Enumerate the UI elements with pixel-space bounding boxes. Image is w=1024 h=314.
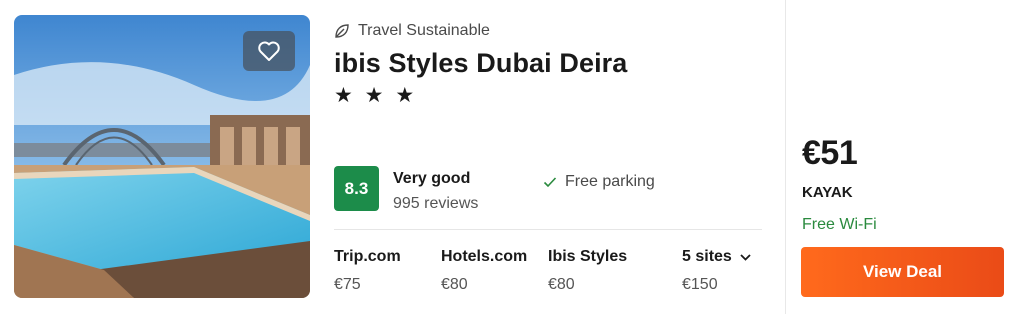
review-score-badge: 8.3 xyxy=(334,166,379,211)
amenity-label: Free parking xyxy=(565,173,655,190)
deal-provider: KAYAK xyxy=(802,184,853,201)
hotel-name[interactable]: ibis Styles Dubai Deira xyxy=(334,48,627,79)
best-price: €51 xyxy=(802,134,858,172)
site-price-option[interactable]: Ibis Styles €80 xyxy=(548,248,627,294)
heart-icon xyxy=(258,41,280,61)
divider xyxy=(334,229,762,230)
more-sites-toggle[interactable]: 5 sites xyxy=(682,248,751,266)
column-divider xyxy=(785,0,786,314)
check-icon xyxy=(543,177,557,188)
sustainability-badge: Travel Sustainable xyxy=(334,22,490,40)
site-price: €75 xyxy=(334,276,361,293)
favorite-button[interactable] xyxy=(243,31,295,71)
sustainability-label: Travel Sustainable xyxy=(358,22,490,39)
rating-label: Very good xyxy=(393,170,471,187)
site-name: Trip.com xyxy=(334,248,401,265)
site-name: Hotels.com xyxy=(441,248,528,265)
hotel-photo[interactable] xyxy=(14,15,310,298)
hotel-result-card[interactable]: Travel Sustainable ibis Styles Dubai Dei… xyxy=(0,0,1024,314)
site-price-option[interactable]: Trip.com €75 xyxy=(334,248,401,294)
review-count[interactable]: 995 reviews xyxy=(393,195,478,213)
amenity-item: Free parking xyxy=(543,173,655,191)
site-price: €80 xyxy=(441,276,468,293)
leaf-icon xyxy=(335,24,349,38)
deal-perk: Free Wi-Fi xyxy=(802,216,877,233)
site-name: Ibis Styles xyxy=(548,248,628,265)
star-rating: ★ ★ ★ xyxy=(334,84,418,107)
site-price: €80 xyxy=(548,276,575,293)
more-sites-price: €150 xyxy=(682,276,718,293)
view-deal-button[interactable]: View Deal xyxy=(801,247,1004,297)
chevron-down-icon xyxy=(740,253,751,261)
more-sites-dropdown[interactable]: 5 sites €150 xyxy=(682,248,751,294)
more-sites-label: 5 sites xyxy=(682,248,732,265)
site-price-option[interactable]: Hotels.com €80 xyxy=(441,248,527,294)
